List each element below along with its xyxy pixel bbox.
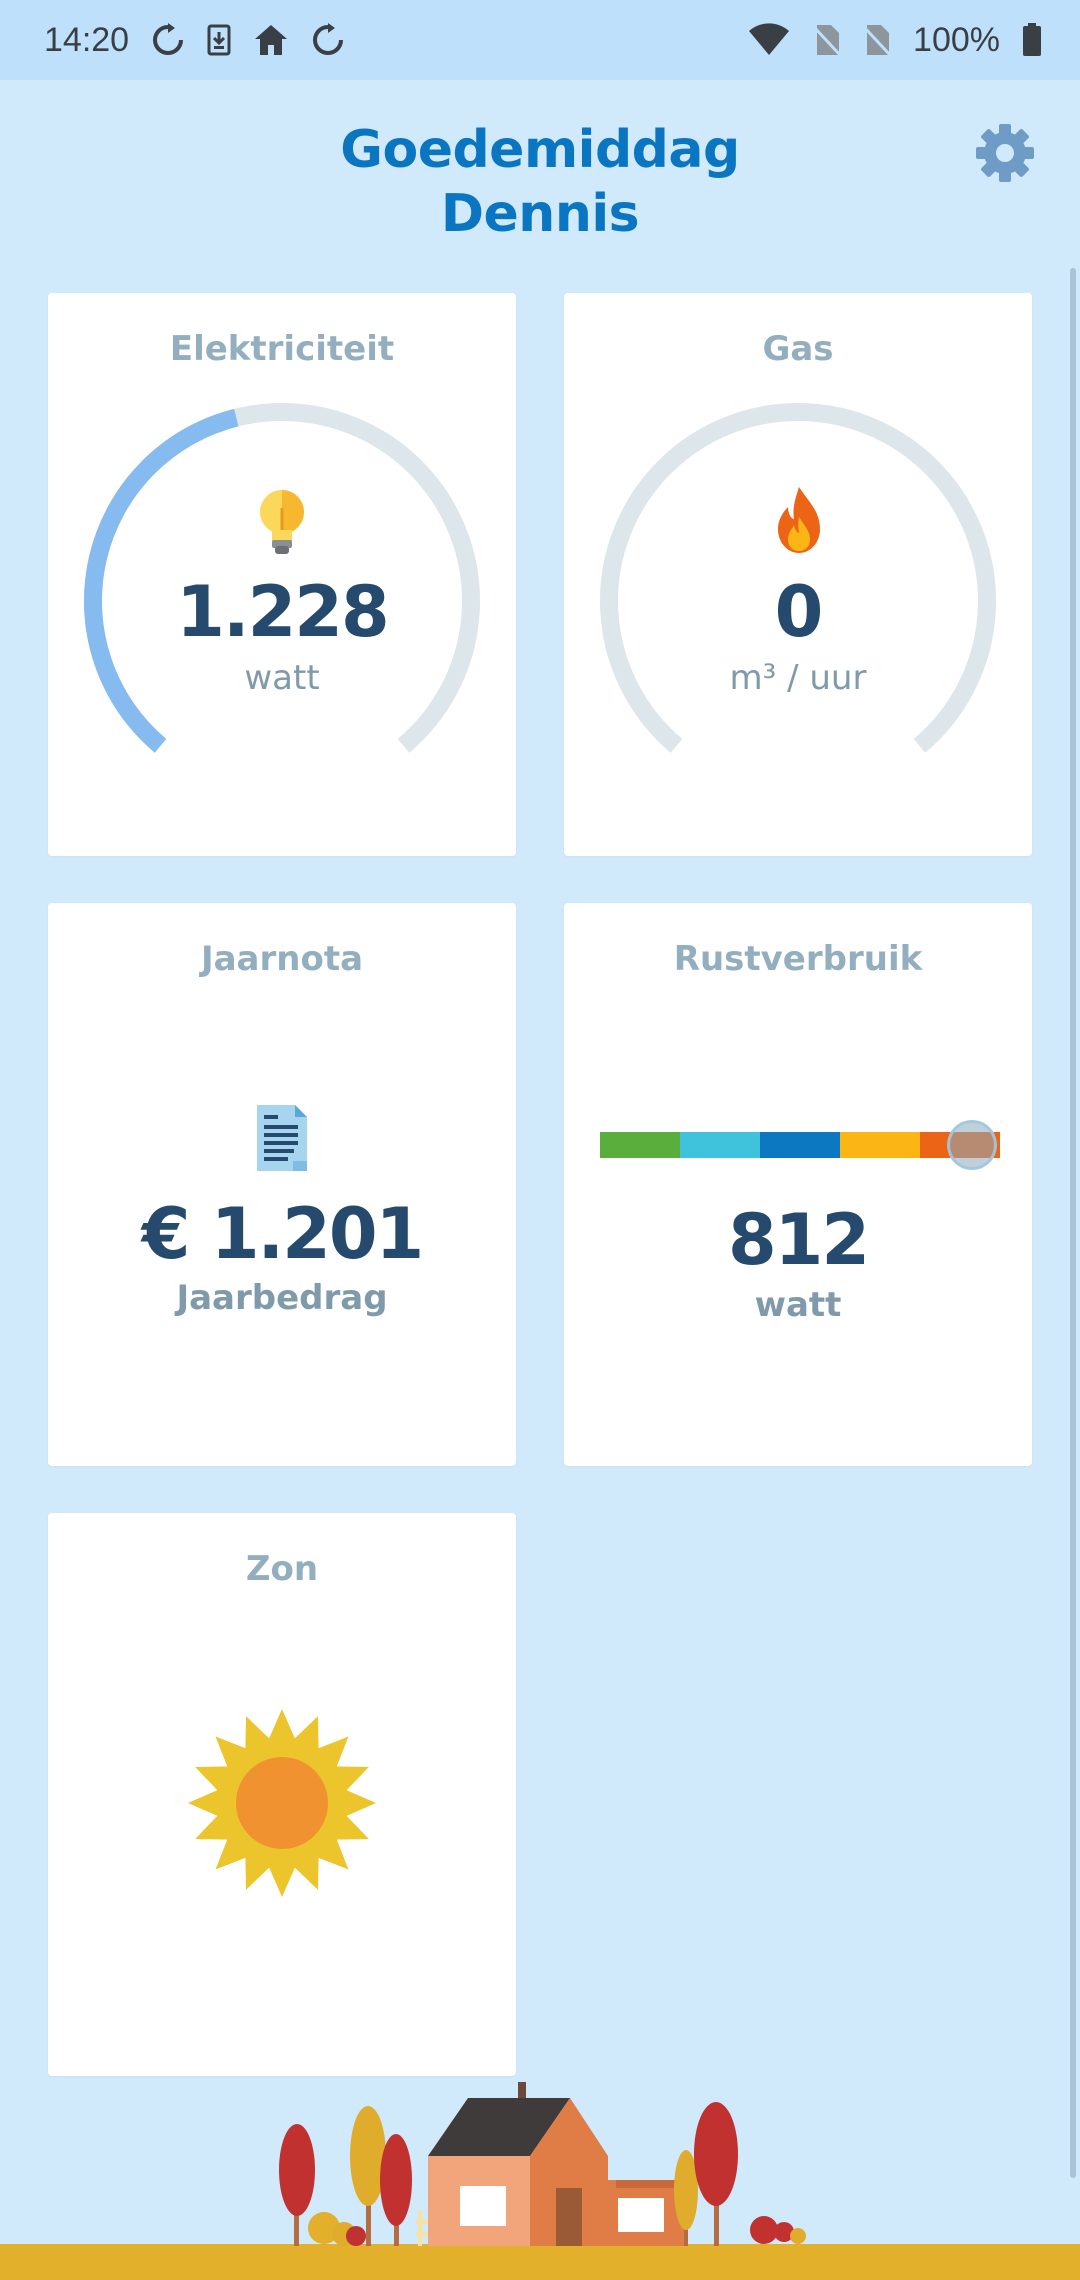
no-sim-icon	[813, 23, 842, 57]
scale-segment	[680, 1132, 760, 1158]
settings-button[interactable]	[970, 118, 1040, 188]
battery-percentage: 100%	[913, 20, 1000, 59]
sun-ray	[268, 1865, 296, 1897]
electricity-title: Elektriciteit	[169, 329, 395, 369]
scale-segment	[600, 1132, 680, 1158]
electricity-value: 1.228	[176, 571, 389, 653]
sync-icon	[151, 23, 185, 57]
rustverbruik-indicator	[947, 1120, 997, 1170]
sun-icon	[188, 1709, 376, 1897]
sun-ray	[344, 1789, 376, 1817]
greeting-name: Dennis	[440, 184, 640, 244]
gas-card[interactable]: Gas 0 m³ / uur	[564, 293, 1032, 856]
electricity-unit: watt	[244, 658, 320, 698]
scale-segment	[760, 1132, 840, 1158]
jaarnota-card[interactable]: Jaarnota € 1.201 Jaarbedrag	[48, 903, 516, 1466]
rustverbruik-value: 812	[727, 1199, 870, 1281]
flame-icon	[778, 487, 820, 553]
rustverbruik-unit: watt	[754, 1285, 842, 1325]
gear-icon	[976, 124, 1034, 182]
zon-title: Zon	[245, 1549, 319, 1589]
gas-value: 0	[774, 571, 824, 653]
electricity-card[interactable]: Elektriciteit 1.228 watt	[48, 293, 516, 856]
download-icon	[207, 24, 231, 56]
gas-title: Gas	[762, 329, 834, 369]
house-illustration	[0, 2082, 1080, 2280]
status-bar: 14:20 100%	[0, 0, 1080, 80]
gas-unit: m³ / uur	[729, 658, 867, 698]
scrollbar[interactable]	[1070, 268, 1076, 2178]
home-icon	[253, 23, 289, 57]
sync-icon	[311, 23, 345, 57]
rustverbruik-title: Rustverbruik	[673, 939, 923, 979]
no-sim-icon	[863, 23, 892, 57]
status-time: 14:20	[44, 20, 130, 59]
jaarnota-value: € 1.201	[141, 1193, 425, 1275]
zon-card[interactable]: Zon	[48, 1513, 516, 2076]
jaarnota-label: Jaarbedrag	[176, 1278, 388, 1318]
sun-ray	[268, 1709, 296, 1741]
document-icon	[257, 1105, 307, 1171]
battery-icon	[1022, 23, 1042, 57]
greeting-title: Goedemiddag Dennis	[240, 118, 840, 246]
scale-segment	[840, 1132, 920, 1158]
greeting-line1: Goedemiddag	[340, 120, 740, 180]
sun-ray	[188, 1789, 220, 1817]
wifi-icon	[747, 23, 791, 57]
rustverbruik-scale	[600, 1132, 1000, 1158]
jaarnota-title: Jaarnota	[200, 939, 364, 979]
rustverbruik-card[interactable]: Rustverbruik 812 watt	[564, 903, 1032, 1466]
lightbulb-icon	[260, 490, 304, 554]
